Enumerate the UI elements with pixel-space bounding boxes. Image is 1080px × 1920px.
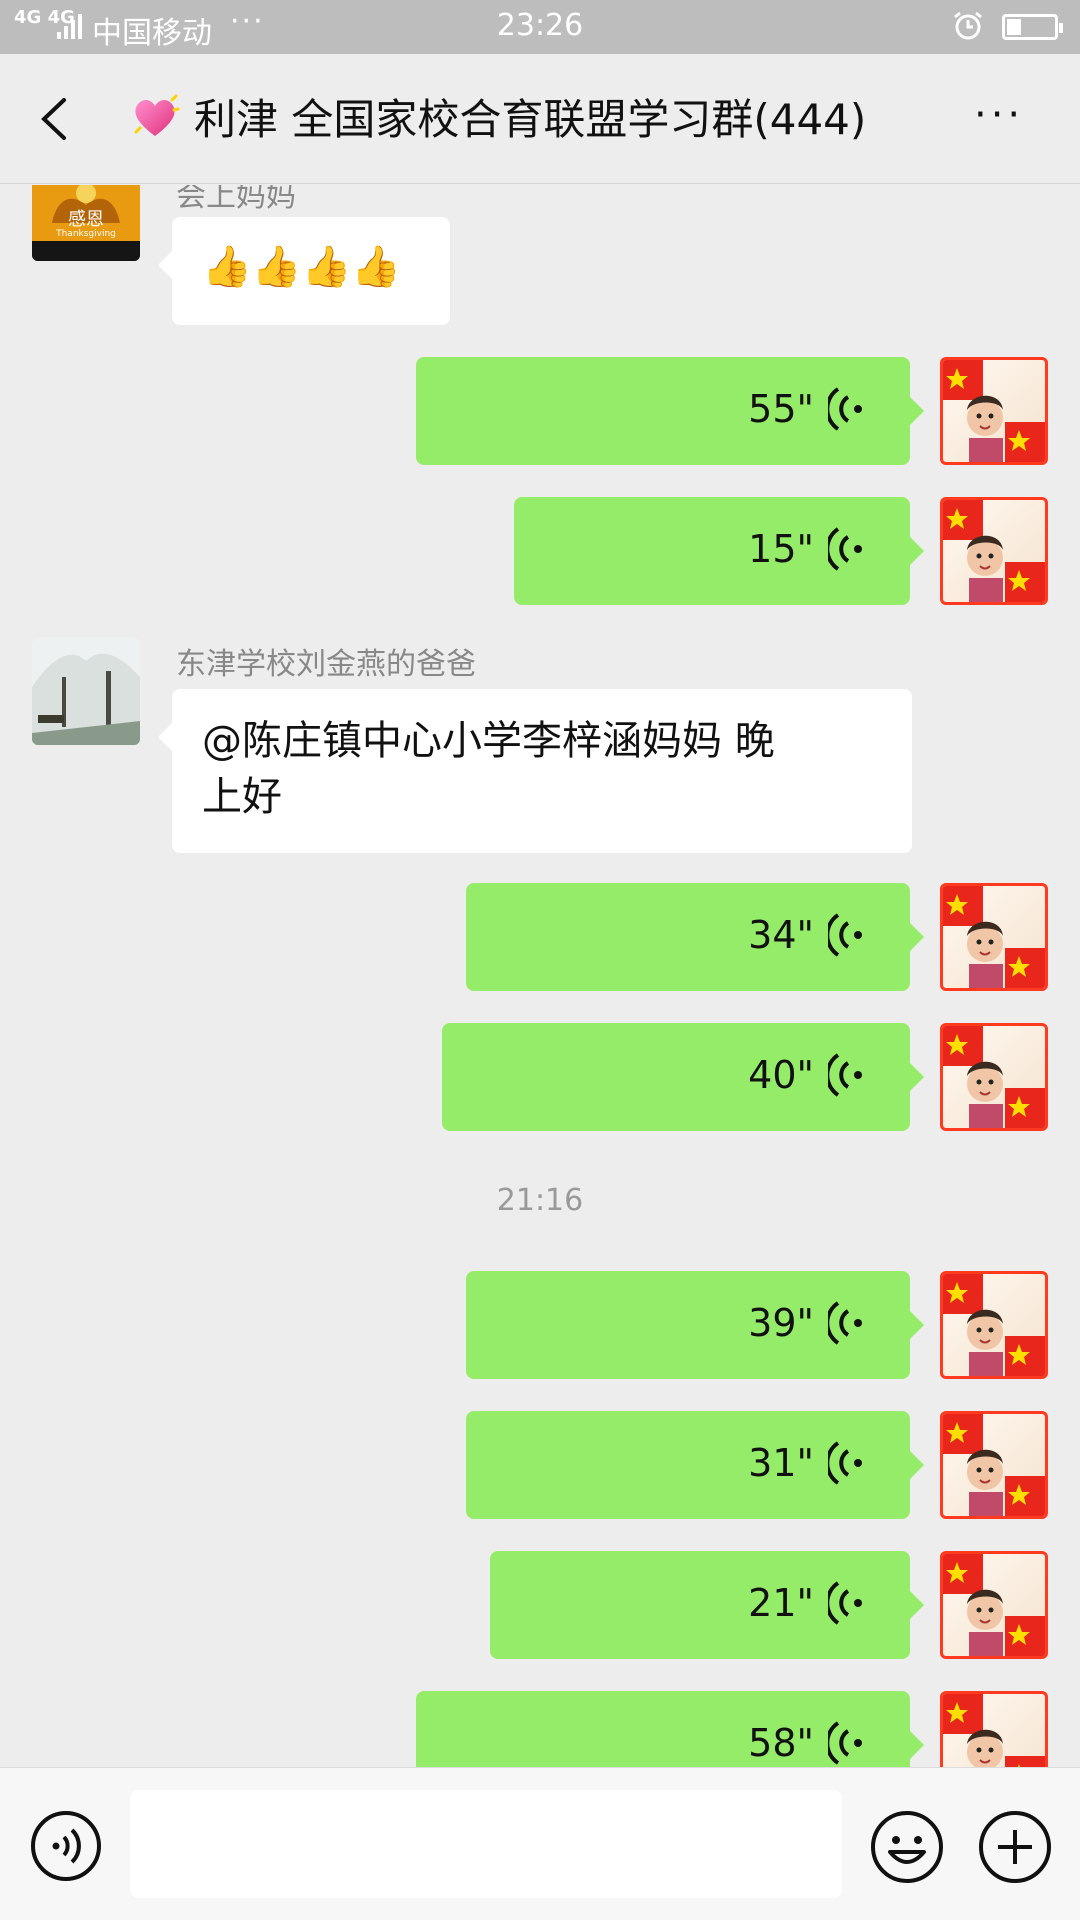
chat-title-area[interactable]: 利津 全国家校合育联盟学习群(444) bbox=[130, 86, 950, 146]
heart-emoji-icon bbox=[134, 94, 180, 136]
avatar-self[interactable] bbox=[940, 1551, 1048, 1659]
message-bubble-emoji[interactable]: 👍👍👍👍 bbox=[158, 217, 450, 325]
voice-wave-icon bbox=[828, 913, 862, 957]
clock: 23:26 bbox=[496, 8, 584, 43]
avatar-self[interactable] bbox=[940, 883, 1048, 991]
self-avatar-image bbox=[943, 1694, 1045, 1767]
status-bar: 4G 4G 中国移动 ··· 23:26 bbox=[0, 0, 1080, 54]
more-icon[interactable]: ··· bbox=[974, 95, 1024, 135]
avatar-dongjin[interactable] bbox=[32, 637, 140, 745]
avatar-self[interactable] bbox=[940, 1691, 1048, 1767]
input-bar bbox=[0, 1767, 1080, 1920]
voice-message-bubble[interactable]: 39" bbox=[466, 1271, 924, 1379]
voice-message-bubble[interactable]: 55" bbox=[416, 357, 924, 465]
self-avatar-image bbox=[943, 1554, 1045, 1656]
voice-wave-icon bbox=[828, 1581, 862, 1625]
voice-message-bubble[interactable]: 15" bbox=[514, 497, 924, 605]
chat-header: 利津 全国家校合育联盟学习群(444) ··· bbox=[0, 54, 1080, 184]
voice-wave-icon bbox=[828, 527, 862, 571]
self-avatar-image bbox=[943, 360, 1045, 462]
voice-duration: 34" bbox=[748, 913, 814, 957]
voice-duration: 39" bbox=[748, 1301, 814, 1345]
self-avatar-image bbox=[943, 500, 1045, 602]
voice-wave-icon bbox=[828, 1721, 862, 1765]
self-avatar-image bbox=[943, 1274, 1045, 1376]
voice-wave-icon bbox=[828, 1441, 862, 1485]
chat-title: 利津 全国家校合育联盟学习群(444) bbox=[194, 95, 867, 144]
message-text-line-1: @陈庄镇中心小学李梓涵妈妈 晚 bbox=[202, 718, 775, 764]
voice-wave-icon bbox=[828, 387, 862, 431]
avatar-thanks-cn: 感恩 bbox=[68, 209, 104, 230]
voice-message-bubble[interactable]: 21" bbox=[490, 1551, 924, 1659]
landscape-avatar-image bbox=[32, 637, 140, 745]
voice-message-bubble[interactable]: 58" bbox=[416, 1691, 924, 1767]
emoji-icon[interactable] bbox=[870, 1810, 944, 1884]
avatar-self[interactable] bbox=[940, 1023, 1048, 1131]
avatar-huishang[interactable]: 感恩 Thanksgiving bbox=[32, 185, 140, 261]
self-avatar-image bbox=[943, 886, 1045, 988]
sender-name: 东津学校刘金燕的爸爸 bbox=[176, 647, 476, 682]
voice-duration: 31" bbox=[748, 1441, 814, 1485]
message-bubble-text[interactable]: @陈庄镇中心小学李梓涵妈妈 晚 上好 bbox=[158, 689, 912, 853]
voice-wave-icon bbox=[828, 1053, 862, 1097]
sender-name: 会上妈妈 bbox=[176, 185, 296, 214]
voice-wave-icon bbox=[828, 1301, 862, 1345]
voice-message-bubble[interactable]: 34" bbox=[466, 883, 924, 991]
avatar-self[interactable] bbox=[940, 1411, 1048, 1519]
battery-icon bbox=[1002, 14, 1063, 40]
avatar-self[interactable] bbox=[940, 1271, 1048, 1379]
plus-icon[interactable] bbox=[978, 1810, 1052, 1884]
alarm-icon bbox=[954, 11, 982, 40]
voice-duration: 21" bbox=[748, 1581, 814, 1625]
voice-input-icon[interactable] bbox=[30, 1810, 102, 1882]
avatar-thanks-en: Thanksgiving bbox=[56, 229, 116, 239]
voice-duration: 40" bbox=[748, 1053, 814, 1097]
self-avatar-image bbox=[943, 1414, 1045, 1516]
voice-duration: 55" bbox=[748, 387, 814, 431]
avatar-self[interactable] bbox=[940, 357, 1048, 465]
back-arrow-icon[interactable] bbox=[30, 94, 80, 144]
voice-duration: 58" bbox=[748, 1721, 814, 1765]
avatar-self[interactable] bbox=[940, 497, 1048, 605]
message-text-line-2: 上好 bbox=[202, 774, 282, 820]
voice-message-bubble[interactable]: 31" bbox=[466, 1411, 924, 1519]
voice-message-bubble[interactable]: 40" bbox=[442, 1023, 924, 1131]
self-avatar-image bbox=[943, 1026, 1045, 1128]
message-timestamp: 21:16 bbox=[496, 1183, 584, 1218]
thumbs-up-emojis: 👍👍👍👍 bbox=[202, 244, 402, 290]
message-list[interactable]: 感恩 Thanksgiving 会上妈妈 👍👍👍👍 55" 15" 东津学校刘金… bbox=[0, 185, 1080, 1767]
message-input[interactable] bbox=[130, 1790, 842, 1898]
voice-duration: 15" bbox=[748, 527, 814, 571]
